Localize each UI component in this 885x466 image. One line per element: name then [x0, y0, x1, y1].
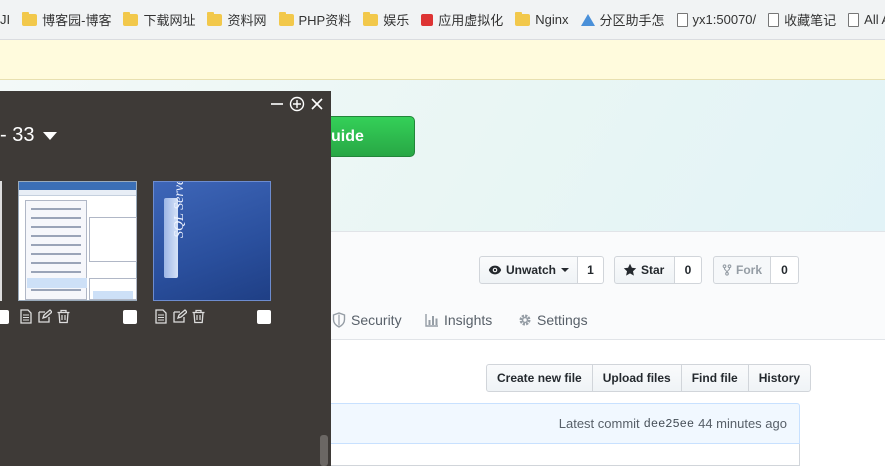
triangle-icon: [580, 13, 595, 26]
bookmark-downloads[interactable]: 下载网址: [117, 7, 201, 33]
document-icon[interactable]: [154, 309, 168, 324]
page-icon: [848, 12, 860, 27]
edit-icon[interactable]: [172, 309, 187, 324]
trash-icon[interactable]: [56, 309, 71, 324]
bookmark-resources[interactable]: 资料网: [201, 7, 272, 33]
folder-icon: [363, 11, 379, 26]
thumb-caption: SQL Server Profiler: [172, 181, 187, 238]
bookmark-label: yx1:50070/: [692, 12, 757, 27]
fork-label: Fork: [735, 263, 762, 277]
bookmark-label: 分区助手怎: [599, 13, 665, 28]
star-button[interactable]: Star: [614, 256, 675, 284]
thumb-titlebar: [19, 182, 136, 190]
bookmark-label: 博客园-博客: [42, 13, 112, 28]
bookmark-label: PHP资料: [298, 13, 352, 28]
thumbnail-menu-screenshot[interactable]: [18, 181, 137, 301]
star-count[interactable]: 0: [675, 256, 702, 284]
fork-icon: [722, 264, 732, 276]
album-selector[interactable]: - 33: [0, 124, 58, 147]
document-icon[interactable]: [19, 309, 33, 324]
bookmark-all-apps[interactable]: All Applica: [842, 7, 885, 33]
close-icon[interactable]: [308, 95, 326, 113]
watch-count[interactable]: 1: [578, 256, 604, 284]
chevron-down-icon: [561, 268, 569, 272]
select-checkbox[interactable]: [257, 310, 271, 324]
bookmark-label: 应用虚拟化: [438, 13, 504, 28]
bookmark-label: All Applica: [864, 12, 885, 27]
thumbnail-partial[interactable]: [0, 181, 2, 301]
latest-commit-bar: Latest commit dee25ee 44 minutes ago: [300, 403, 800, 444]
bookmark-partition[interactable]: 分区助手怎: [575, 7, 671, 33]
minimize-icon[interactable]: [268, 95, 286, 113]
edit-icon[interactable]: [37, 309, 52, 324]
folder-icon: [515, 11, 531, 26]
bookmark-label: 下载网址: [143, 13, 196, 28]
app-icon: [421, 13, 434, 26]
thumb-submenu: [89, 217, 137, 262]
file-list: [300, 444, 800, 466]
page-icon: [676, 12, 688, 27]
bookmark-label: 收藏笔记: [784, 13, 837, 28]
thumb-menubar: [19, 190, 136, 196]
tab-settings[interactable]: Settings: [518, 312, 588, 328]
bookmark-yx1[interactable]: yx1:50070/: [671, 7, 763, 33]
graph-icon: [425, 314, 438, 327]
bookmark-php[interactable]: PHP资料: [273, 7, 358, 33]
unwatch-label: Unwatch: [505, 263, 556, 277]
thumb-tools: [19, 309, 75, 324]
folder-icon: [123, 11, 139, 26]
file-actions: Create new file Upload files Find file H…: [486, 364, 812, 392]
tab-label: Insights: [444, 312, 493, 328]
bookmark-label: 娱乐: [383, 13, 410, 28]
bookmark-blog[interactable]: 博客园-博客: [16, 7, 117, 33]
create-new-file-button[interactable]: Create new file: [486, 364, 593, 392]
bookmark-app-virtualization[interactable]: 应用虚拟化: [415, 7, 509, 33]
tab-insights[interactable]: Insights: [425, 312, 492, 328]
unwatch-button[interactable]: Unwatch: [479, 256, 578, 284]
bookmark-entertainment[interactable]: 娱乐: [357, 7, 415, 33]
history-button[interactable]: History: [747, 364, 812, 392]
pin-icon[interactable]: [288, 95, 306, 113]
thumbnail-sql-profiler[interactable]: SQL Server Profiler: [153, 181, 271, 301]
panel-scrollbar[interactable]: [320, 435, 328, 466]
gear-icon: [519, 314, 531, 326]
guide-button-label: uide: [331, 127, 364, 145]
screenshot-panel: - 33 SQL Server Profiler: [0, 91, 331, 466]
bookmark-notes[interactable]: 收藏笔记: [762, 7, 842, 33]
commit-sha-link[interactable]: dee25ee: [644, 417, 694, 431]
thumb-tools: [154, 309, 210, 324]
page-icon: [768, 12, 780, 27]
bookmark-label: JI: [0, 12, 11, 27]
bookmarks-bar: JI 博客园-博客 下载网址 资料网 PHP资料 娱乐 应用虚拟化 Nginx …: [0, 0, 885, 40]
star-icon: [623, 263, 637, 276]
fork-count[interactable]: 0: [771, 256, 799, 284]
find-file-button[interactable]: Find file: [680, 364, 749, 392]
bookmark-ji[interactable]: JI: [0, 7, 16, 33]
bookmark-label: 资料网: [227, 13, 267, 28]
star-label: Star: [641, 263, 665, 277]
folder-icon: [207, 11, 223, 26]
select-checkbox[interactable]: [0, 310, 9, 324]
shield-icon: [332, 312, 346, 328]
tab-security[interactable]: Security: [332, 312, 402, 328]
fork-button[interactable]: Fork: [713, 256, 771, 284]
thumb-highlight: [27, 278, 87, 288]
upload-files-button[interactable]: Upload files: [591, 364, 682, 392]
album-title: - 33: [0, 124, 35, 146]
eye-icon: [488, 265, 502, 275]
chevron-down-icon: [43, 131, 58, 140]
select-checkbox[interactable]: [123, 310, 137, 324]
bookmark-label: Nginx: [535, 12, 569, 27]
tab-label: Security: [351, 312, 402, 328]
commit-time: 44 minutes ago: [698, 416, 787, 431]
trash-icon[interactable]: [191, 309, 206, 324]
tab-label: Settings: [537, 312, 588, 328]
notice-banner: [0, 40, 885, 80]
thumb-submenu-2: [89, 278, 137, 300]
folder-icon: [278, 11, 294, 26]
commit-prefix: Latest commit: [558, 416, 640, 431]
folder-icon: [22, 11, 38, 26]
bookmark-nginx[interactable]: Nginx: [509, 7, 574, 33]
